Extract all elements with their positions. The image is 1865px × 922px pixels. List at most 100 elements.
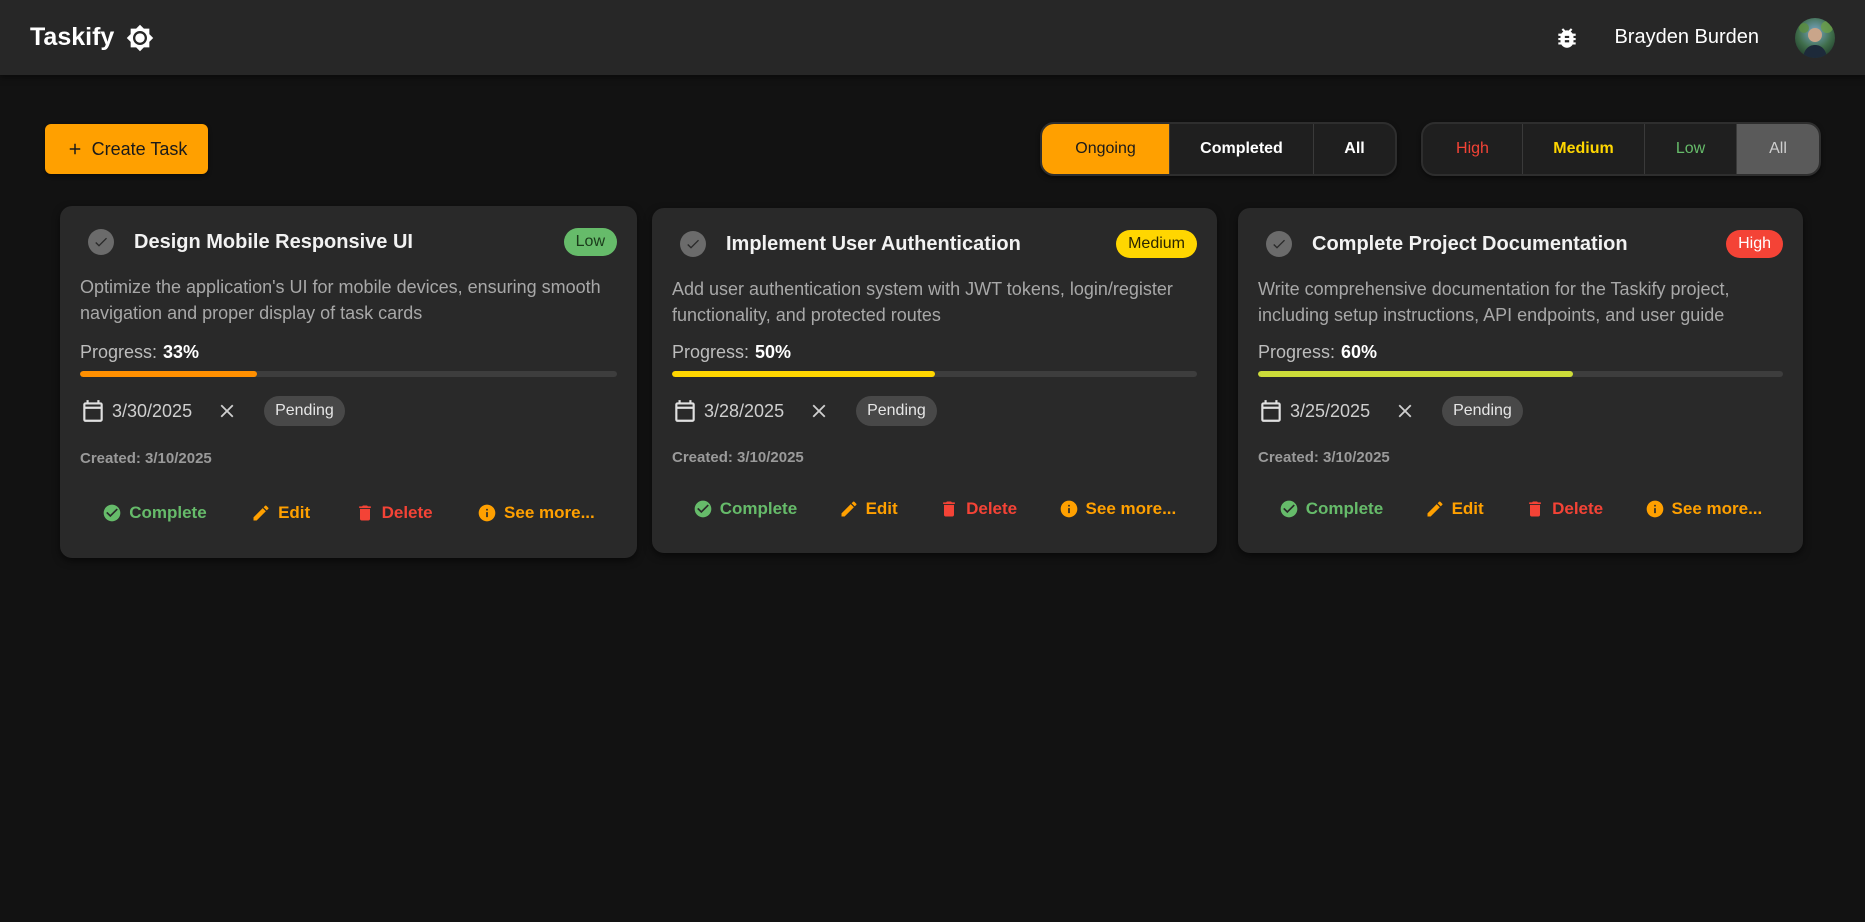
progress-fill <box>672 371 935 377</box>
progress-label: Progress: 50% <box>672 342 791 363</box>
priority-filter-all[interactable]: All <box>1737 124 1819 174</box>
check-circle-icon <box>1280 500 1298 518</box>
due-date: 3/28/2025 <box>704 400 785 421</box>
close-icon[interactable] <box>216 400 238 422</box>
created-date: Created: 3/10/2025 <box>80 450 212 467</box>
trash-icon <box>1529 501 1541 517</box>
close-icon[interactable] <box>808 400 830 422</box>
status-filter-all[interactable]: All <box>1314 124 1395 174</box>
see-more-label: See more... <box>1085 499 1177 518</box>
edit-label: Edit <box>1451 499 1484 518</box>
see-more-button[interactable]: See more... <box>1059 499 1177 519</box>
create-task-label: Create Task <box>91 138 188 159</box>
delete-button[interactable]: Delete <box>939 499 1017 519</box>
status-filter-completed[interactable]: Completed <box>1170 124 1314 174</box>
check-icon[interactable] <box>680 231 706 257</box>
task-card: Implement User Authentication Medium Add… <box>652 208 1217 553</box>
brand: Taskify <box>30 0 154 75</box>
progress-value: 50% <box>755 342 792 362</box>
progress-bar <box>672 371 1197 377</box>
task-card-header: Implement User Authentication Medium <box>680 226 1197 262</box>
header-right: Brayden Burden <box>1554 0 1835 75</box>
priority-filter: High Medium Low All <box>1421 122 1821 176</box>
theme-toggle-icon[interactable] <box>126 24 154 52</box>
edit-button[interactable]: Edit <box>251 503 310 523</box>
app-bar: Taskify Brayden Burden <box>0 0 1865 75</box>
see-more-label: See more... <box>1671 499 1763 518</box>
status-badge: Pending <box>856 396 937 426</box>
progress-value: 33% <box>163 342 200 362</box>
complete-label: Complete <box>719 499 798 518</box>
edit-label: Edit <box>278 503 311 522</box>
complete-label: Complete <box>1305 499 1384 518</box>
task-card-header: Design Mobile Responsive UI Low <box>88 224 617 260</box>
progress-label: Progress: 60% <box>1258 342 1377 363</box>
delete-button[interactable]: Delete <box>1525 499 1603 519</box>
task-meta: 3/25/2025 Pending <box>1258 395 1523 427</box>
due-date: 3/30/2025 <box>112 400 193 421</box>
edit-button[interactable]: Edit <box>1425 499 1484 519</box>
delete-label: Delete <box>1552 499 1604 518</box>
complete-button[interactable]: Complete <box>102 503 207 523</box>
calendar-icon <box>83 400 103 422</box>
due-date: 3/25/2025 <box>1290 400 1371 421</box>
task-actions: Complete Edit Delete See more... <box>1258 492 1783 526</box>
delete-button[interactable]: Delete <box>355 503 433 523</box>
avatar[interactable] <box>1795 17 1835 58</box>
complete-button[interactable]: Complete <box>693 499 797 519</box>
check-icon[interactable] <box>1266 231 1292 257</box>
priority-badge: High <box>1726 230 1783 258</box>
status-filter-ongoing[interactable]: Ongoing <box>1042 124 1170 174</box>
task-description: Optimize the application's UI for mobile… <box>80 277 601 323</box>
complete-label: Complete <box>129 503 207 522</box>
pencil-icon <box>841 501 857 517</box>
info-icon <box>1646 500 1663 518</box>
see-more-button[interactable]: See more... <box>1645 499 1763 519</box>
edit-button[interactable]: Edit <box>839 499 898 519</box>
close-icon[interactable] <box>1394 400 1416 422</box>
task-description: Add user authentication system with JWT … <box>672 279 1173 325</box>
task-card-header: Complete Project Documentation High <box>1266 226 1783 262</box>
delete-label: Delete <box>966 499 1018 518</box>
check-circle-icon <box>103 504 121 522</box>
task-actions: Complete Edit Delete See more... <box>672 492 1197 526</box>
delete-label: Delete <box>381 503 433 522</box>
priority-filter-high[interactable]: High <box>1423 124 1523 174</box>
task-card: Design Mobile Responsive UI Low Optimize… <box>60 206 637 558</box>
pencil-icon <box>1427 501 1443 517</box>
priority-badge: Low <box>563 228 617 256</box>
trash-icon <box>358 505 371 521</box>
create-task-button[interactable]: Create Task <box>45 124 208 174</box>
progress-caption: Progress: <box>1258 342 1336 362</box>
created-date: Created: 3/10/2025 <box>1258 449 1390 466</box>
check-circle-icon <box>694 500 712 518</box>
progress-caption: Progress: <box>672 342 750 362</box>
priority-badge: Medium <box>1116 230 1197 258</box>
progress-fill <box>1258 371 1573 377</box>
bug-report-icon[interactable] <box>1554 25 1580 51</box>
check-icon[interactable] <box>88 229 114 255</box>
app-title: Taskify <box>30 23 115 51</box>
plus-icon <box>69 143 80 155</box>
see-more-button[interactable]: See more... <box>477 503 595 523</box>
task-title: Design Mobile Responsive UI <box>134 230 413 253</box>
calendar-icon <box>675 400 695 422</box>
complete-button[interactable]: Complete <box>1279 499 1383 519</box>
task-title: Complete Project Documentation <box>1312 232 1628 255</box>
progress-label: Progress: 33% <box>80 342 199 363</box>
trash-icon <box>943 501 955 517</box>
progress-bar <box>1258 371 1783 377</box>
status-badge: Pending <box>264 396 345 426</box>
info-icon <box>1060 500 1077 518</box>
status-badge: Pending <box>1442 396 1523 426</box>
calendar-icon <box>1261 400 1281 422</box>
progress-bar <box>80 371 617 377</box>
info-icon <box>478 504 496 522</box>
priority-filter-low[interactable]: Low <box>1645 124 1737 174</box>
task-meta: 3/30/2025 Pending <box>80 395 345 427</box>
status-filter: Ongoing Completed All <box>1040 122 1397 176</box>
created-date: Created: 3/10/2025 <box>672 449 804 466</box>
priority-filter-medium[interactable]: Medium <box>1523 124 1645 174</box>
progress-caption: Progress: <box>80 342 158 362</box>
progress-fill <box>80 371 258 377</box>
